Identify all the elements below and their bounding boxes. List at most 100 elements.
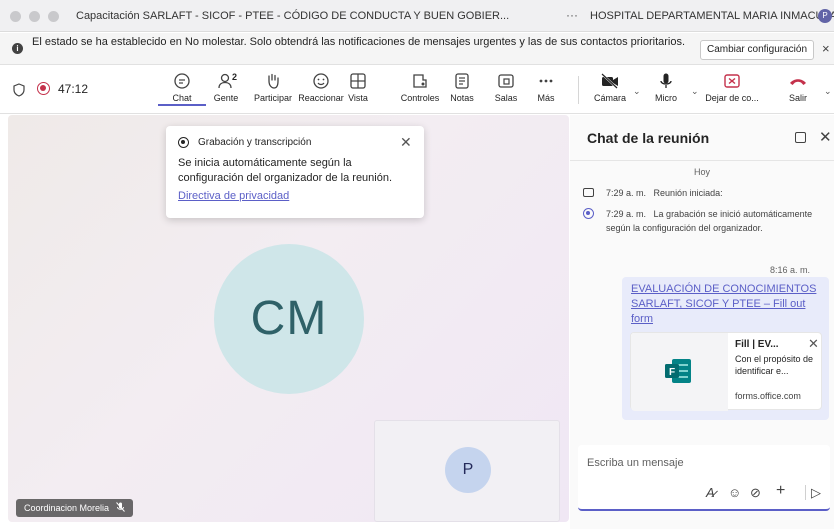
organization-name: HOSPITAL DEPARTAMENTAL MARIA INMACULADA (590, 10, 834, 22)
pop-out-icon[interactable] (795, 132, 806, 143)
link-preview-title: Fill | EV... (735, 339, 779, 350)
meeting-timer: 47:12 (58, 82, 89, 96)
grid-view-icon (350, 73, 366, 89)
zoom-window-icon[interactable] (48, 11, 59, 22)
chat-title: Chat de la reunión (587, 130, 710, 146)
event-time: 7:29 a. m. (606, 209, 647, 219)
microphone-button[interactable]: Micro (642, 72, 690, 110)
info-icon: i (12, 43, 23, 54)
stop-sharing-button[interactable]: Dejar de co... (703, 72, 761, 110)
leave-button[interactable]: Salir (778, 72, 818, 110)
stop-share-icon (724, 74, 740, 88)
message-compose-box[interactable]: Escriba un mensaje A̷ ☺ ⊘ + ▷ (578, 445, 830, 511)
chat-button[interactable]: Chat (158, 72, 206, 110)
participant-name-tag: Coordinacion Morelia (16, 499, 133, 517)
loop-icon[interactable]: ⊘ (750, 485, 761, 501)
hang-up-icon (790, 79, 806, 85)
title-bar: Capacitación SARLAFT - SICOF - PTEE - CÓ… (0, 0, 834, 32)
event-time: 7:29 a. m. (606, 188, 647, 198)
camera-button[interactable]: Cámara (586, 72, 634, 110)
day-divider: Hoy (693, 167, 710, 177)
self-view-tile[interactable]: P (374, 420, 560, 522)
notes-label: Notas (450, 93, 474, 103)
message-input[interactable]: Escriba un mensaje (587, 457, 684, 469)
recording-popup-body: Se inicia automáticamente según la confi… (178, 157, 393, 184)
recording-icon (178, 137, 189, 148)
event-recording-started: 7:29 a. m. La grabación se inició automá… (606, 207, 826, 235)
people-label: Gente (213, 93, 239, 103)
microsoft-forms-icon: F (665, 359, 691, 383)
send-icon[interactable]: ▷ (811, 485, 821, 501)
more-options-icon[interactable]: ··· (566, 8, 578, 22)
raise-hand-label: Participar (253, 93, 292, 103)
more-label: Más (537, 93, 555, 103)
recording-icon (583, 208, 594, 219)
toolbar-divider (578, 76, 579, 104)
meeting-toolbar: 47:12 Chat 2 Gente Participar Reaccionar… (0, 66, 834, 114)
camera-label: Cámara (593, 93, 626, 103)
svg-text:F: F (669, 367, 675, 378)
add-icon[interactable]: + (776, 482, 785, 500)
window-title: Capacitación SARLAFT - SICOF - PTEE - CÓ… (76, 10, 510, 22)
privacy-policy-link[interactable]: Directiva de privacidad (178, 190, 289, 202)
people-button[interactable]: 2 Gente (202, 72, 250, 110)
message-time: 8:16 a. m. (770, 265, 811, 275)
link-preview-description: Con el propósito de identificar e... (735, 354, 814, 376)
format-icon[interactable]: A̷ (706, 485, 715, 500)
close-icon[interactable]: × (822, 41, 830, 56)
close-icon[interactable]: ✕ (400, 134, 412, 151)
leave-options-chevron-down-icon[interactable]: ⌄ (824, 86, 832, 97)
recording-popup-title: Grabación y transcripción (198, 137, 312, 148)
apps-icon (413, 74, 427, 88)
rooms-icon (498, 74, 514, 88)
notes-icon (455, 73, 469, 89)
recording-indicator-icon (37, 82, 50, 95)
controls-button[interactable]: Controles (396, 72, 444, 110)
controls-label: Controles (400, 93, 440, 103)
link-preview-thumbnail: F (631, 333, 728, 411)
shield-icon (13, 83, 25, 97)
microphone-options-chevron-down-icon[interactable]: ⌄ (691, 86, 699, 97)
chat-message-bubble[interactable]: EVALUACIÓN DE CONOCIMIENTOS SARLAFT, SIC… (622, 277, 829, 420)
profile-avatar[interactable]: P (818, 9, 832, 23)
participant-avatar: CM (214, 244, 364, 394)
notes-button[interactable]: Notas (438, 72, 486, 110)
microphone-icon (660, 73, 672, 88)
raise-hand-button[interactable]: Participar (249, 72, 297, 110)
close-icon[interactable]: ✕ (808, 336, 819, 352)
camera-options-chevron-down-icon[interactable]: ⌄ (633, 86, 641, 97)
minimize-window-icon[interactable] (29, 11, 40, 22)
close-window-icon[interactable] (10, 11, 21, 22)
change-settings-button[interactable]: Cambiar configuración (700, 40, 814, 60)
smiley-icon (313, 73, 329, 89)
compose-divider (805, 485, 806, 500)
more-icon (539, 79, 553, 83)
notification-banner: i El estado se ha establecido en No mole… (0, 33, 834, 65)
chat-label: Chat (158, 93, 206, 106)
link-preview-card[interactable]: F Fill | EV... ✕ Con el propósito de ide… (630, 332, 822, 411)
meeting-chat-panel: Chat de la reunión ✕ Hoy 7:29 a. m. Reun… (570, 115, 834, 529)
chat-header: Chat de la reunión ✕ (570, 115, 834, 161)
emoji-icon[interactable]: ☺ (728, 485, 741, 500)
link-preview-domain: forms.office.com (735, 391, 801, 401)
event-text: Reunión iniciada: (653, 188, 723, 198)
self-avatar: P (445, 447, 491, 493)
chat-icon (174, 73, 190, 89)
form-link[interactable]: EVALUACIÓN DE CONOCIMIENTOS SARLAFT, SIC… (631, 282, 821, 327)
event-meeting-started: 7:29 a. m. Reunión iniciada: (606, 186, 723, 200)
meeting-icon (583, 188, 594, 197)
video-stage: Grabación y transcripción ✕ Se inicia au… (8, 115, 569, 522)
microphone-label: Micro (655, 93, 677, 103)
recording-popup: Grabación y transcripción ✕ Se inicia au… (166, 126, 424, 218)
camera-off-icon (601, 73, 618, 89)
people-count-badge: 2 (232, 72, 238, 82)
view-button[interactable]: Vista (334, 72, 382, 110)
leave-label: Salir (788, 93, 807, 103)
more-button[interactable]: Más (522, 72, 570, 110)
close-icon[interactable]: ✕ (819, 128, 832, 146)
notification-text: El estado se ha establecido en No molest… (32, 36, 686, 48)
participant-name: Coordinacion Morelia (24, 503, 110, 513)
mic-muted-icon (115, 502, 125, 512)
view-label: Vista (348, 93, 368, 103)
stop-sharing-label: Dejar de co... (705, 93, 759, 103)
